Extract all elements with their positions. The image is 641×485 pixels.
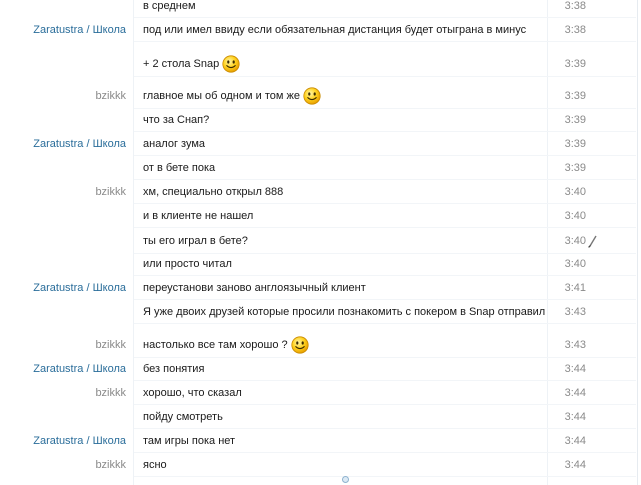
message-timestamp: 3:44 (564, 363, 586, 375)
message-body: там игры пока нет (143, 435, 235, 447)
message-sender[interactable]: bzikkk (0, 90, 126, 102)
message-timestamp: 3:39 (564, 90, 586, 102)
message-text: от в бете пока (143, 162, 216, 174)
smiley-emoticon-icon (291, 336, 309, 354)
chat-message-row: bzikkk хм, специально открыл 888 3:40 (0, 180, 636, 204)
message-body: пойду смотреть (143, 411, 223, 423)
message-text: или просто читал (143, 258, 232, 270)
message-text: главное мы об одном и том же (143, 90, 300, 102)
message-sender[interactable]: Zaratustra / Школа (0, 435, 126, 447)
message-text: без понятия (143, 363, 205, 375)
message-body: или просто читал (143, 258, 232, 270)
message-text: переустанови заново англоязычный клиент (143, 282, 366, 294)
row-divider (134, 323, 636, 324)
message-timestamp: 3:39 (564, 114, 586, 126)
message-text: в среднем (143, 0, 196, 12)
message-text: аналог зума (143, 138, 206, 150)
chat-message-row: что за Снап? 3:39 (0, 108, 636, 132)
smiley-emoticon-icon (222, 55, 240, 73)
message-body: и в клиенте не нашел (143, 210, 253, 222)
message-timestamp: 3:44 (564, 459, 586, 471)
message-timestamp: 3:40 (564, 235, 586, 247)
chat-border (637, 0, 638, 485)
chat-message-row: или просто читал 3:40 (0, 252, 636, 276)
row-divider (134, 41, 636, 42)
message-body: аналог зума (143, 138, 205, 150)
chat-message-row: bzikkk главное мы об одном и том же 3:39 (0, 83, 636, 109)
chat-message-row: пойду смотреть 3:44 (0, 405, 636, 429)
chat-message-row: Zaratustra / Школа аналог зума 3:39 (0, 132, 636, 156)
message-body: хорошо, что сказал (143, 387, 242, 399)
message-body: + 2 стола Snap (143, 55, 240, 73)
message-body: ты его играл в бете? (143, 235, 248, 247)
message-text: + 2 стола Snap (143, 58, 220, 70)
message-body: под или имел ввиду если обязательная дис… (143, 24, 526, 36)
message-timestamp: 3:39 (564, 58, 586, 70)
message-text: хорошо, что сказал (143, 387, 242, 399)
chat-message-row: bzikkk ясно 3:44 (0, 453, 636, 477)
message-sender[interactable]: bzikkk (0, 459, 126, 471)
message-body: хм, специально открыл 888 (143, 186, 283, 198)
row-divider (134, 476, 636, 477)
message-sender[interactable]: Zaratustra / Школа (0, 363, 126, 375)
chat-message-row: Я уже двоих друзей которые просили позна… (0, 300, 636, 324)
message-text: Я уже двоих друзей которые просили позна… (143, 306, 546, 318)
message-text: и в клиенте не нашел (143, 210, 254, 222)
message-timestamp: 3:43 (564, 306, 586, 318)
chat-message-row: от в бете пока 3:39 (0, 156, 636, 180)
row-divider (134, 76, 636, 77)
message-timestamp: 3:40 (564, 258, 586, 270)
chat-message-row: и в клиенте не нашел 3:40 (0, 204, 636, 228)
edit-pencil-icon[interactable] (587, 234, 599, 248)
message-body: главное мы об одном и том же (143, 87, 321, 105)
message-sender[interactable]: bzikkk (0, 186, 126, 198)
message-text: под или имел ввиду если обязательная дис… (143, 24, 527, 36)
message-timestamp: 3:44 (564, 435, 586, 447)
chat-message-row: Zaratustra / Школа там игры пока нет 3:44 (0, 429, 636, 453)
message-timestamp: 3:44 (564, 411, 586, 423)
message-timestamp: 3:41 (564, 282, 586, 294)
message-body: переустанови заново англоязычный клиент (143, 282, 366, 294)
message-body: настолько все там хорошо ? (143, 336, 309, 354)
message-body: что за Снап? (143, 114, 209, 126)
message-body: от в бете пока (143, 162, 215, 174)
message-body: в среднем (143, 0, 196, 12)
message-text: ты его играл в бете? (143, 235, 248, 247)
message-sender[interactable]: Zaratustra / Школа (0, 282, 126, 294)
message-sender[interactable]: Zaratustra / Школа (0, 138, 126, 150)
message-text: там игры пока нет (143, 435, 236, 447)
message-text: ясно (143, 459, 167, 471)
message-timestamp: 3:40 (564, 210, 586, 222)
message-sender[interactable]: bzikkk (0, 387, 126, 399)
message-text: что за Снап? (143, 114, 210, 126)
chat-message-row: в среднем 3:38 (0, 0, 636, 18)
message-timestamp: 3:39 (564, 138, 586, 150)
chat-message-row: Zaratustra / Школа под или имел ввиду есл… (0, 18, 636, 42)
message-sender[interactable]: bzikkk (0, 339, 126, 351)
message-timestamp: 3:38 (564, 0, 586, 12)
message-body: без понятия (143, 363, 204, 375)
message-sender[interactable]: Zaratustra / Школа (0, 24, 126, 36)
message-text: настолько все там хорошо ? (143, 339, 288, 351)
chat-message-row: bzikkk хорошо, что сказал 3:44 (0, 381, 636, 405)
chat-history: в среднем 3:38 Zaratustra / Школа под или и… (0, 0, 641, 485)
message-timestamp: 3:43 (564, 339, 586, 351)
message-text: хм, специально открыл 888 (143, 186, 284, 198)
chat-message-row: + 2 стола Snap 3:39 (0, 51, 636, 77)
message-timestamp: 3:44 (564, 387, 586, 399)
smiley-emoticon-icon (303, 87, 321, 105)
message-timestamp: 3:39 (564, 162, 586, 174)
message-body: Я уже двоих друзей которые просили позна… (143, 306, 545, 318)
chat-message-row: ты его играл в бете? 3:40 (0, 228, 636, 254)
chat-message-row: Zaratustra / Школа переустанови заново ан… (0, 276, 636, 300)
message-text: пойду смотреть (143, 411, 223, 423)
chat-message-row: bzikkk настолько все там хорошо ? 3:43 (0, 332, 636, 358)
message-timestamp: 3:38 (564, 24, 586, 36)
scroll-indicator-icon[interactable] (342, 476, 349, 483)
chat-message-row: Zaratustra / Школа без понятия 3:44 (0, 357, 636, 381)
message-body: ясно (143, 459, 167, 471)
message-timestamp: 3:40 (564, 186, 586, 198)
